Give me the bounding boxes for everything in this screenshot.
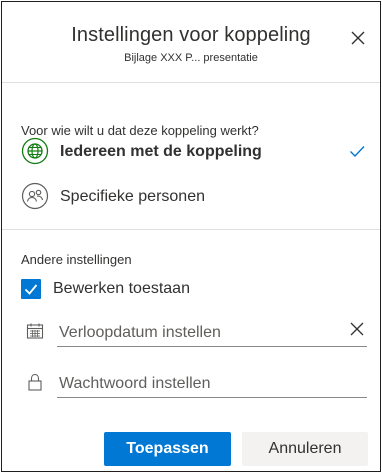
option-specific-label: Specifieke personen (60, 188, 205, 205)
option-specific-people[interactable]: Specifieke personen (2, 175, 380, 219)
cancel-button[interactable]: Annuleren (242, 432, 368, 466)
calendar-icon (26, 322, 44, 340)
option-anyone-with-link[interactable]: Iedereen met de koppeling (2, 130, 380, 174)
dialog-header: Instellingen voor koppeling Bijlage XXX … (2, 2, 380, 82)
expiry-date-input[interactable] (57, 313, 367, 347)
section-divider (2, 229, 380, 230)
checkmark-icon (348, 142, 366, 160)
clear-date-button[interactable] (347, 319, 367, 339)
option-anyone-label: Iedereen met de koppeling (60, 143, 262, 160)
password-input[interactable] (57, 364, 367, 398)
close-icon (350, 322, 364, 336)
apply-button[interactable]: Toepassen (104, 432, 231, 466)
close-button[interactable] (348, 28, 368, 48)
globe-icon (21, 137, 49, 165)
link-settings-dialog: Instellingen voor koppeling Bijlage XXX … (1, 1, 381, 472)
close-icon (351, 31, 365, 45)
allow-edit-label: Bewerken toestaan (53, 280, 190, 297)
dialog-subtitle: Bijlage XXX P... presentatie (124, 52, 258, 64)
lock-icon (26, 373, 44, 391)
header-divider (2, 82, 380, 83)
expiry-date-row (2, 313, 380, 349)
people-icon (21, 182, 49, 210)
dialog-title: Instellingen voor koppeling (71, 24, 311, 46)
password-row (2, 364, 380, 400)
allow-edit-checkbox[interactable]: Bewerken toestaan (21, 278, 321, 304)
checkbox-checked-icon (21, 279, 41, 299)
other-settings-label: Andere instellingen (21, 252, 132, 267)
